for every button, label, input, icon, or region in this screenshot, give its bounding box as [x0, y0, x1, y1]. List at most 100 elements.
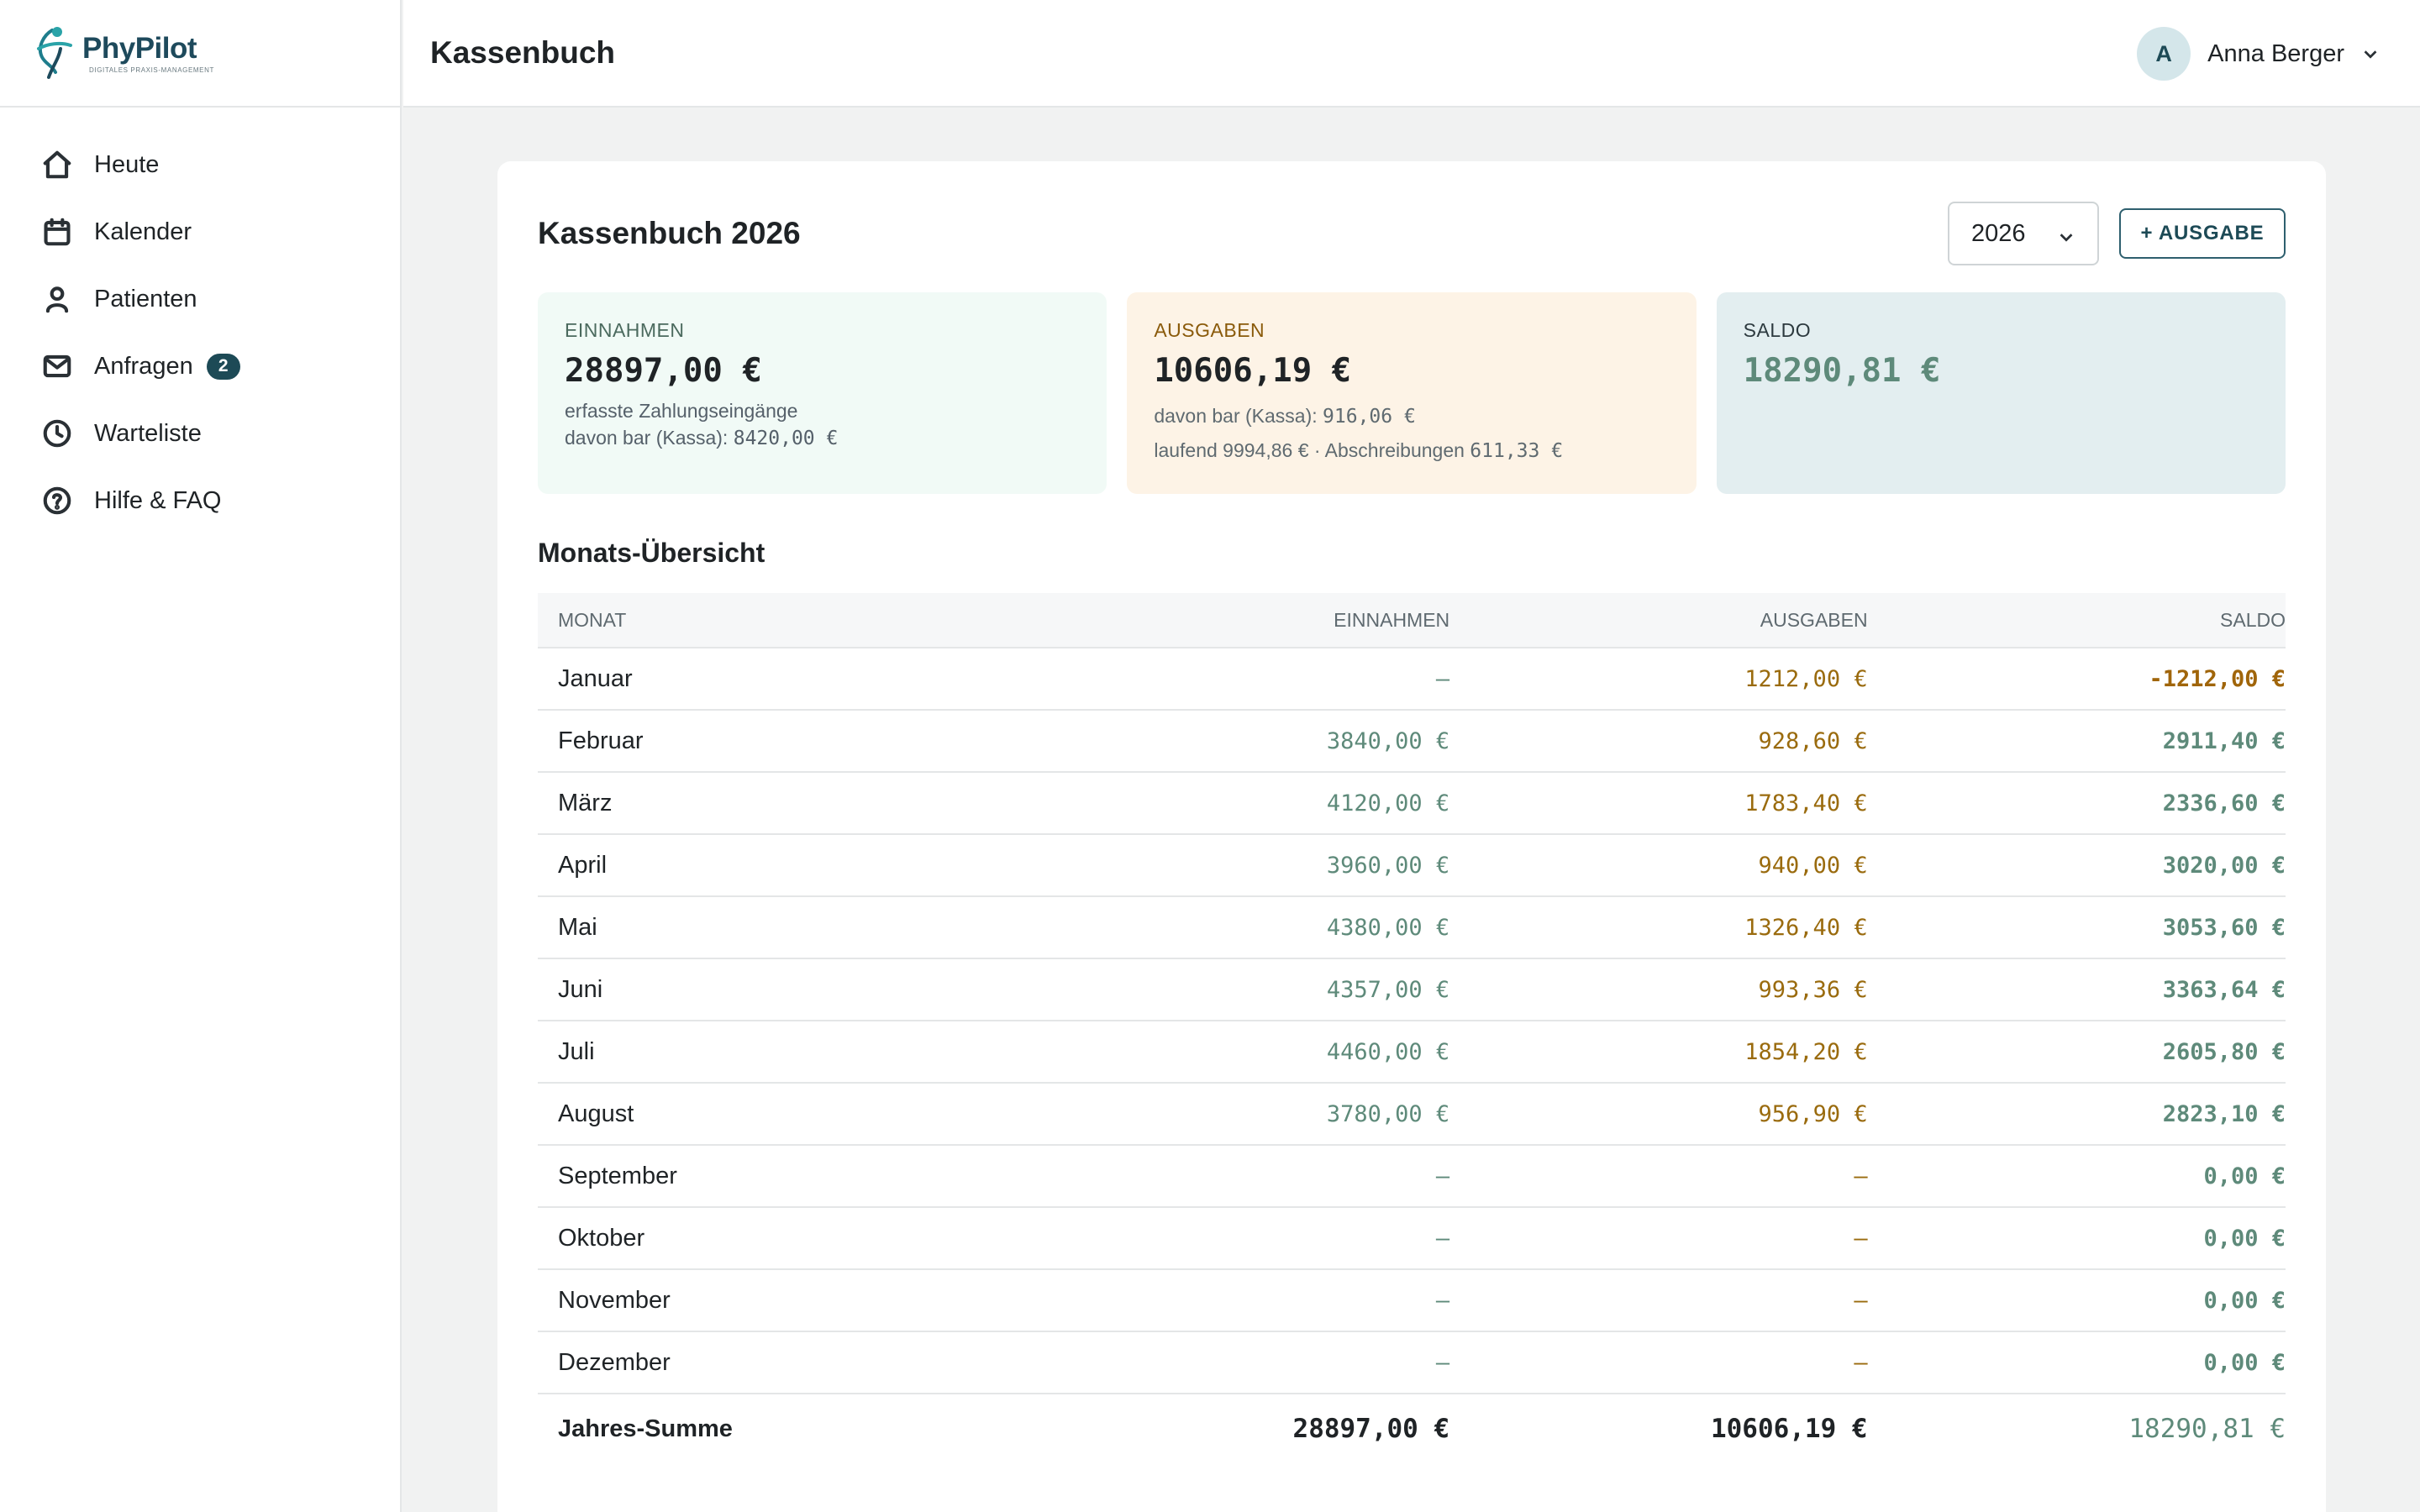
sidebar-item-anfragen[interactable]: Anfragen 2: [0, 333, 400, 400]
balance-stat-value: 18290,81 €: [1743, 352, 1941, 390]
user-name: Anna Berger: [2207, 39, 2344, 67]
month-cell: Juni: [558, 975, 603, 1003]
table-row: Mai 4380,00 € 1326,40 € 3053,60 €: [538, 897, 2286, 959]
sidebar-item-label: Heute: [94, 150, 160, 178]
expense-cell: 1783,40 €: [1744, 790, 1868, 816]
expense-breakdown-line: laufend 9994,86 € · Abschreibungen 611,3…: [1154, 439, 1564, 462]
income-stat-value: 28897,00 €: [565, 352, 762, 390]
table-row: Oktober — — 0,00 €: [538, 1208, 2286, 1270]
sidebar-item-kalender[interactable]: Kalender: [0, 198, 400, 265]
column-header-expense: AUSGABEN: [1760, 608, 1868, 631]
balance-cell: 3053,60 €: [2162, 914, 2286, 941]
income-cell: —: [1435, 1349, 1450, 1376]
monthly-table: MONAT EINNAHMEN AUSGABEN SALDO Januar — …: [538, 593, 2286, 1463]
sidebar-item-label: Patienten: [94, 285, 197, 312]
month-cell: März: [558, 789, 613, 816]
sidebar-item-patienten[interactable]: Patienten: [0, 265, 400, 333]
balance-cell: 2605,80 €: [2162, 1038, 2286, 1065]
clock-icon: [40, 417, 74, 450]
expense-cell: 1854,20 €: [1744, 1038, 1868, 1065]
table-row: November — — 0,00 €: [538, 1270, 2286, 1332]
total-income: 28897,00 €: [1292, 1414, 1450, 1444]
table-row: Juni 4357,00 € 993,36 € 3363,64 €: [538, 959, 2286, 1021]
anfragen-count-badge: 2: [206, 353, 240, 380]
income-cell: 4357,00 €: [1326, 976, 1450, 1003]
balance-cell: 0,00 €: [2203, 1287, 2286, 1314]
table-row: April 3960,00 € 940,00 € 3020,00 €: [538, 835, 2286, 897]
balance-cell: -1212,00 €: [2149, 665, 2286, 692]
logo-name: PhyPilot: [82, 31, 197, 65]
income-cell: —: [1435, 1225, 1450, 1252]
column-header-month: MONAT: [558, 608, 627, 631]
mail-icon: [40, 349, 74, 383]
balance-cell: 2911,40 €: [2162, 727, 2286, 754]
expense-stat-card: AUSGABEN 10606,19 € davon bar (Kassa): 9…: [1127, 292, 1697, 494]
home-icon: [40, 148, 74, 181]
logo-tagline: DIGITALES PRAXIS-MANAGEMENT: [89, 66, 214, 74]
table-header: MONAT EINNAHMEN AUSGABEN SALDO: [538, 593, 2286, 648]
year-select[interactable]: 2026: [1948, 202, 2099, 265]
income-cell: 3780,00 €: [1326, 1100, 1450, 1127]
income-stat-sub: erfasste Zahlungseingänge: [565, 400, 798, 422]
table-row: August 3780,00 € 956,90 € 2823,10 €: [538, 1084, 2286, 1146]
sidebar-item-warteliste[interactable]: Warteliste: [0, 400, 400, 467]
page-title: Kassenbuch: [430, 35, 616, 70]
month-cell: Februar: [558, 727, 644, 754]
stats-row: EINNAHMEN 28897,00 € erfasste Zahlungsei…: [538, 292, 2286, 494]
expense-cell: 1212,00 €: [1744, 665, 1868, 692]
expense-cell: 993,36 €: [1758, 976, 1868, 1003]
card-header: Kassenbuch 2026 2026 + AUSGABE: [538, 202, 2286, 265]
chevron-down-icon: [2057, 225, 2075, 244]
expense-cash-line: davon bar (Kassa): 916,06 €: [1154, 405, 1416, 428]
balance-cell: 3363,64 €: [2162, 976, 2286, 1003]
balance-stat-label: SALDO: [1743, 319, 1812, 341]
expense-cell: —: [1854, 1287, 1868, 1314]
month-cell: Oktober: [558, 1224, 645, 1252]
income-cell: 3840,00 €: [1326, 727, 1450, 754]
income-cash-line: davon bar (Kassa): 8420,00 €: [565, 427, 839, 449]
expense-cell: 956,90 €: [1758, 1100, 1868, 1127]
expense-cell: 928,60 €: [1758, 727, 1868, 754]
calendar-icon: [40, 215, 74, 249]
balance-cell: 0,00 €: [2203, 1349, 2286, 1376]
total-label: Jahres-Summe: [558, 1415, 733, 1442]
add-expense-button[interactable]: + AUSGABE: [2119, 208, 2286, 259]
total-row: Jahres-Summe 28897,00 € 10606,19 € 18290…: [538, 1394, 2286, 1463]
income-cell: 4460,00 €: [1326, 1038, 1450, 1065]
month-cell: August: [558, 1100, 634, 1127]
expense-cell: —: [1854, 1225, 1868, 1252]
balance-cell: 2823,10 €: [2162, 1100, 2286, 1127]
kassenbuch-card: Kassenbuch 2026 2026 + AUSGABE EINNAHMEN…: [497, 161, 2326, 1512]
table-row: Dezember — — 0,00 €: [538, 1332, 2286, 1394]
sidebar-item-label: Hilfe & FAQ: [94, 486, 222, 514]
month-cell: Januar: [558, 664, 633, 692]
sidebar: PhyPilot DIGITALES PRAXIS-MANAGEMENT Heu…: [0, 0, 402, 1512]
income-cell: 3960,00 €: [1326, 852, 1450, 879]
income-cell: —: [1435, 1287, 1450, 1314]
income-cell: —: [1435, 1163, 1450, 1189]
expense-stat-label: AUSGABEN: [1154, 319, 1265, 341]
sidebar-item-heute[interactable]: Heute: [0, 131, 400, 198]
table-row: Juli 4460,00 € 1854,20 € 2605,80 €: [538, 1021, 2286, 1084]
sidebar-item-label: Anfragen: [94, 352, 193, 380]
topbar: Kassenbuch A Anna Berger: [403, 0, 2420, 108]
balance-cell: 2336,60 €: [2162, 790, 2286, 816]
income-cell: 4120,00 €: [1326, 790, 1450, 816]
expense-stat-value: 10606,19 €: [1154, 352, 1352, 390]
month-cell: Dezember: [558, 1348, 671, 1376]
sidebar-nav: Heute Kalender Patienten Anfragen 2 Wart…: [0, 108, 400, 534]
person-icon: [40, 282, 74, 316]
logo[interactable]: PhyPilot DIGITALES PRAXIS-MANAGEMENT: [0, 0, 400, 108]
expense-cell: —: [1854, 1349, 1868, 1376]
table-row: Februar 3840,00 € 928,60 € 2911,40 €: [538, 711, 2286, 773]
sidebar-item-hilfe[interactable]: Hilfe & FAQ: [0, 467, 400, 534]
month-cell: Juli: [558, 1037, 595, 1065]
expense-cell: 940,00 €: [1758, 852, 1868, 879]
chevron-down-icon: [2361, 45, 2380, 63]
balance-cell: 0,00 €: [2203, 1225, 2286, 1252]
month-cell: November: [558, 1286, 671, 1314]
total-expense: 10606,19 €: [1710, 1414, 1868, 1444]
user-menu[interactable]: A Anna Berger: [2137, 27, 2380, 81]
income-cell: —: [1435, 665, 1450, 692]
month-cell: April: [558, 851, 608, 879]
